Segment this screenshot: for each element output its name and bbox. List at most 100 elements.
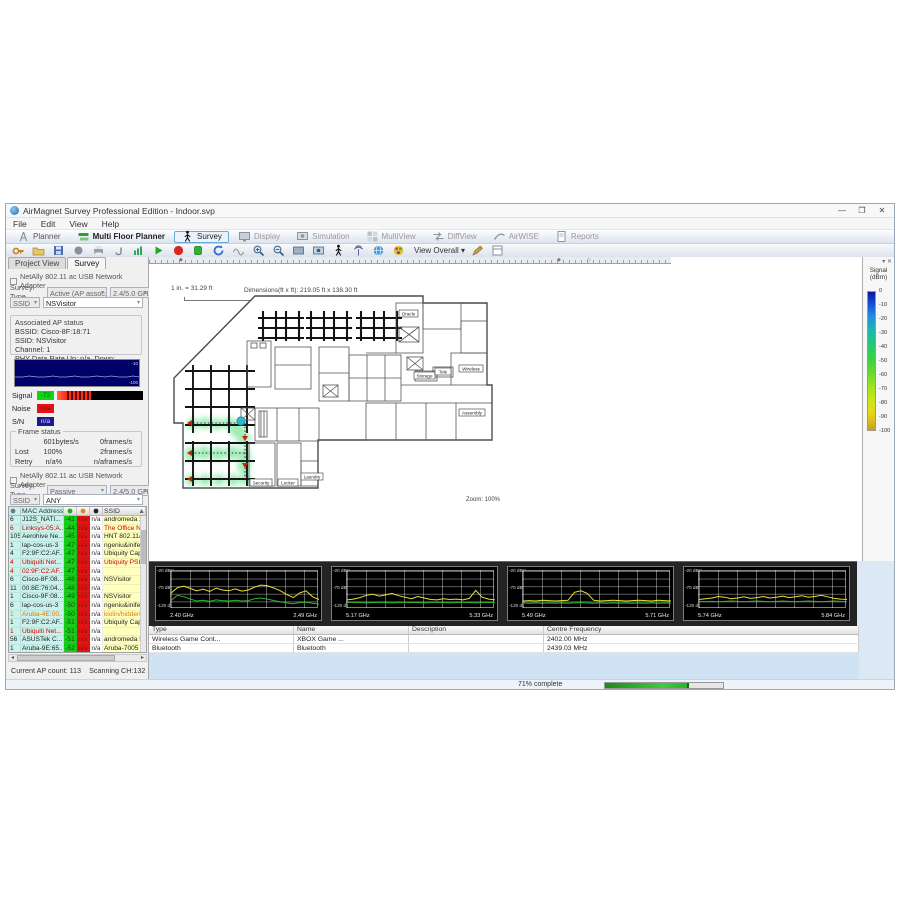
ap-table-row[interactable]: 402:9F:C2:AF...-47n/an/a — [9, 568, 146, 577]
tab-survey[interactable]: Survey — [174, 231, 229, 243]
interferer-header-description[interactable]: Description — [409, 626, 544, 634]
print-icon[interactable] — [92, 244, 105, 257]
interferer-row[interactable]: BluetoothBluetooth2439.03 MHz — [149, 644, 859, 653]
room-label-tele: Tele — [439, 369, 448, 374]
chart-icon[interactable] — [132, 244, 145, 257]
sn-label: S/N — [12, 417, 34, 426]
graph-bottom-label: -100 — [129, 380, 138, 385]
ap-table-row[interactable]: 1F2:9F:C2:AF...-51n/an/aUbiquity Captive… — [9, 619, 146, 628]
scroll-right-icon[interactable]: ▸ — [139, 655, 146, 662]
tab-diffview[interactable]: DiffView — [425, 231, 484, 243]
minimize-button[interactable]: — — [832, 204, 852, 217]
layout-icon[interactable] — [491, 244, 504, 257]
ssid-select[interactable]: ▾NSVisitor — [43, 297, 143, 308]
interferer-row[interactable]: Wireless Game Cont...XBOX Game ...2402.0… — [149, 635, 859, 644]
tab-simulation[interactable]: Simulation — [289, 231, 356, 243]
reports-icon — [555, 230, 568, 243]
signal-history-graph: -10 -100 — [14, 359, 140, 387]
battery-icon[interactable] — [192, 244, 205, 257]
play-icon[interactable] — [152, 244, 165, 257]
ap-table-row[interactable]: 6Cisco-8F:08...-48n/an/aNSVisitor — [9, 576, 146, 585]
band-select[interactable]: ▾2.4/5.0 GHz — [110, 287, 150, 298]
tab-airwise[interactable]: AirWISE — [486, 231, 546, 243]
room-label-security: Security — [253, 480, 270, 485]
frame-status-row: Lost100%2frames/s — [15, 447, 137, 456]
floor-plan-area[interactable]: ◆◆◇ 1 in. = 31.29 ft Dimensions(ft x ft)… — [149, 257, 864, 561]
tab-multiview[interactable]: MultiView — [359, 231, 423, 243]
survey-type-select[interactable]: ▾Active (AP assoc.) — [47, 287, 107, 298]
save-icon[interactable] — [52, 244, 65, 257]
ap-table-row[interactable]: 6J12S_NATI...-42n/an/aandromeda 2g — [9, 516, 146, 525]
record-icon[interactable] — [72, 244, 85, 257]
interferer-header-name[interactable]: Name — [294, 626, 409, 634]
bssid-value: Cisco-8F:18:71 — [41, 327, 90, 336]
airwise-icon — [493, 230, 506, 243]
view-overall-dropdown[interactable]: View Overall ▾ — [414, 246, 465, 255]
maximize-button[interactable]: ❐ — [852, 204, 872, 217]
globe-icon[interactable] — [372, 244, 385, 257]
legend-unit: (dBm) — [863, 274, 894, 281]
signal-wave-icon[interactable] — [232, 244, 245, 257]
ap-table-row[interactable]: 1lap-cos-us-3-47n/an/angeniu&inifer — [9, 542, 146, 551]
walking-man-icon[interactable] — [332, 244, 345, 257]
ap-table-row[interactable]: 105Aerohive Ne...-45n/an/aHNT 802.11ax — [9, 533, 146, 542]
ap-table-row[interactable]: 1Cisco-9F:08...-49n/an/aNSVisitor — [9, 593, 146, 602]
capture-icon[interactable] — [292, 244, 305, 257]
antenna-icon[interactable] — [352, 244, 365, 257]
close-button[interactable]: ✕ — [872, 204, 892, 217]
panel-tab-project-view[interactable]: Project View — [8, 257, 66, 269]
ap-table-hscrollbar[interactable]: ◂ ▸ — [8, 654, 147, 662]
legend-close-icon[interactable]: ✕ — [887, 259, 892, 265]
ssid-mode2-select[interactable]: ▾SSID — [10, 494, 40, 505]
tab-reports[interactable]: Reports — [548, 231, 606, 243]
room-label-assembly: Assembly — [462, 410, 483, 415]
edit-icon[interactable] — [471, 244, 484, 257]
key-icon[interactable] — [12, 244, 25, 257]
ap-table-row[interactable]: 1Ubiquiti Net...-51n/an/a — [9, 628, 146, 637]
current-position-marker[interactable] — [237, 417, 245, 425]
menu-item-file[interactable]: File — [6, 219, 34, 229]
menu-item-view[interactable]: View — [62, 219, 94, 229]
ap-table-header[interactable]: MAC Address SSID▲ — [9, 507, 146, 516]
panel-tab-survey[interactable]: Survey — [67, 257, 106, 269]
capture-view-icon[interactable] — [312, 244, 325, 257]
interferer-header-type[interactable]: Type — [149, 626, 294, 634]
menu-item-edit[interactable]: Edit — [34, 219, 63, 229]
open-folder-icon[interactable] — [32, 244, 45, 257]
horizontal-ruler: ◆◆◇ — [149, 257, 671, 264]
spectrum-panel: -20 dBm-70 dBm-120 dBm2.40 GHz2.49 GHz-2… — [149, 561, 859, 626]
assoc-ssid-value: NSVisitor — [36, 336, 66, 345]
panel-tabs: Project ViewSurvey — [8, 257, 107, 269]
ssid2-select[interactable]: ▾ANY — [43, 494, 143, 505]
scroll-left-icon[interactable]: ◂ — [9, 655, 16, 662]
legend-pin-icon[interactable]: ▾ — [882, 259, 885, 265]
palette-icon[interactable] — [392, 244, 405, 257]
legend-tick: 0 — [879, 288, 882, 294]
ap-table-row[interactable]: 6lap-cos-us-3-50n/an/angeniu&inifer — [9, 602, 146, 611]
ap-table-row[interactable]: 4Ubiquiti Net...-47n/an/aUbiquity PSK — [9, 559, 146, 568]
ssid-header: SSID — [104, 508, 120, 515]
ap-table-vscrollbar[interactable] — [140, 516, 146, 652]
menu-item-help[interactable]: Help — [95, 219, 126, 229]
ssid-mode-select[interactable]: ▾SSID — [10, 297, 40, 308]
tab-multi-floor-planner[interactable]: Multi Floor Planner — [70, 231, 172, 243]
toolbar: View Overall ▾ — [6, 244, 894, 258]
stop-icon[interactable] — [172, 244, 185, 257]
ap-table-row[interactable]: 1Aruba-4E:00...-50n/an/akiolin/hidden — [9, 611, 146, 620]
legend-tick: -90 — [879, 414, 887, 420]
ap-table-row[interactable]: 56ASUSTek C...-51n/an/aandromeda 5g — [9, 636, 146, 645]
tab-display[interactable]: Display — [231, 231, 287, 243]
ap-table-row[interactable]: 1Aruba-9E:65...-52n/an/aAruba-7005 — [9, 645, 146, 653]
attach-icon[interactable] — [112, 244, 125, 257]
legend-color-scale — [867, 291, 876, 431]
ap-table-row[interactable]: 4F2:9F:C2:AF...-47n/an/aUbiquity Captive… — [9, 550, 146, 559]
sort-arrow-icon: ▲ — [138, 508, 145, 515]
tab-planner[interactable]: Planner — [10, 231, 68, 243]
ap-table-row[interactable]: 6Linksys-05:A...-44n/an/aThe Office Netw… — [9, 525, 146, 534]
ap-table-row[interactable]: 1100:8E:76:04...-48n/an/a — [9, 585, 146, 594]
sn-badge: n/a — [37, 417, 54, 426]
zoom-in-icon[interactable] — [252, 244, 265, 257]
interferer-header-centre-frequency[interactable]: Centre Frequency — [544, 626, 859, 634]
refresh-icon[interactable] — [212, 244, 225, 257]
zoom-out-icon[interactable] — [272, 244, 285, 257]
